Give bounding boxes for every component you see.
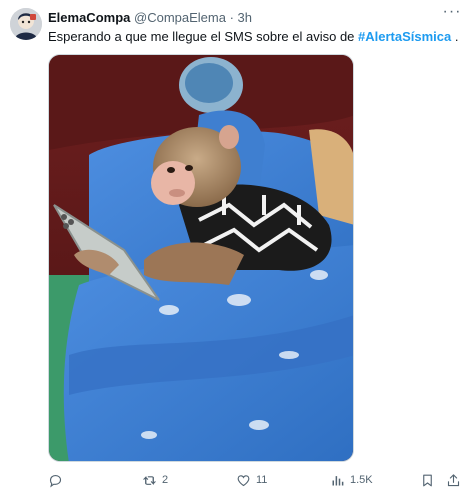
views-chart-icon bbox=[332, 475, 344, 485]
tweet-header: ElemaCompa @CompaElema · 3h bbox=[48, 10, 462, 26]
views-count: 1.5K bbox=[350, 474, 373, 486]
retweet-icon bbox=[143, 475, 156, 485]
like-button[interactable]: 11 bbox=[236, 470, 267, 490]
retweet-count: 2 bbox=[162, 474, 169, 486]
more-options-icon[interactable]: ··· bbox=[442, 4, 462, 22]
share-button[interactable] bbox=[446, 470, 461, 490]
retweet-button[interactable]: 2 bbox=[142, 470, 168, 490]
reply-icon bbox=[49, 474, 62, 488]
bookmark-button[interactable] bbox=[420, 470, 435, 490]
views-button[interactable]: 1.5K bbox=[330, 470, 373, 490]
reply-button[interactable] bbox=[48, 470, 68, 490]
share-icon bbox=[447, 473, 460, 486]
monkey-in-bed-photo bbox=[49, 55, 353, 461]
bookmark-icon bbox=[423, 474, 432, 486]
tweet-image[interactable] bbox=[48, 54, 354, 462]
timestamp[interactable]: 3h bbox=[238, 10, 252, 25]
heart-icon bbox=[237, 474, 250, 486]
author-name[interactable]: ElemaCompa bbox=[48, 10, 130, 25]
separator-dot: · bbox=[229, 10, 234, 25]
like-count: 11 bbox=[256, 474, 268, 486]
tweet-text: Esperando a que me llegue el SMS sobre e… bbox=[48, 28, 459, 45]
tweet-text-end: . bbox=[451, 29, 459, 44]
hashtag-link[interactable]: #AlertaSísmica bbox=[358, 29, 451, 44]
tweet-card[interactable]: ElemaCompa @CompaElema · 3h ··· Esperand… bbox=[0, 0, 472, 498]
author-handle[interactable]: @CompaElema bbox=[134, 10, 226, 25]
tweet-text-body: Esperando a que me llegue el SMS sobre e… bbox=[48, 29, 359, 44]
avatar[interactable] bbox=[10, 8, 42, 40]
tweet-actions: 2 11 1.5K bbox=[48, 470, 464, 490]
